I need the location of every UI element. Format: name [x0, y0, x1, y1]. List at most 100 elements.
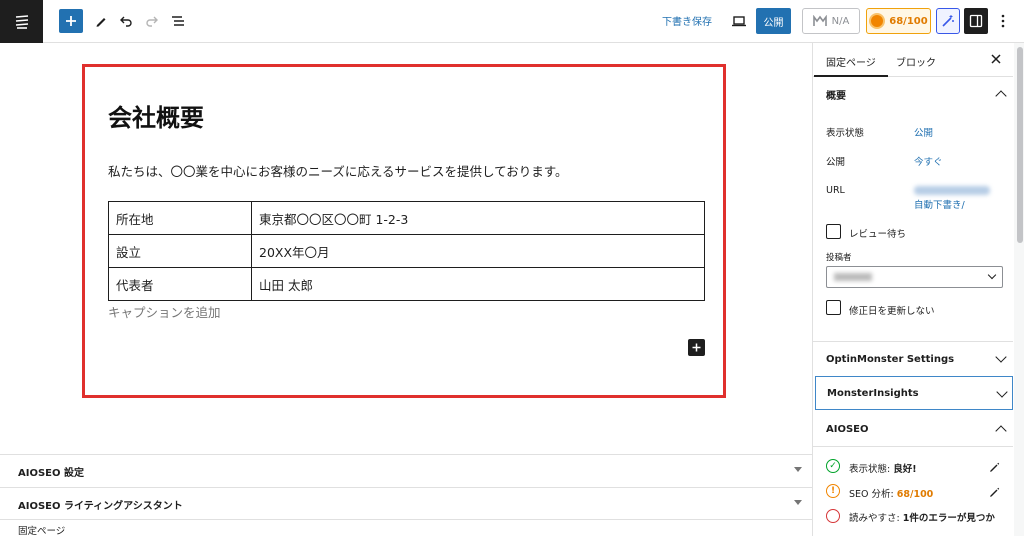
publish-date-label: 公開: [826, 157, 846, 168]
na-label: N/A: [831, 15, 850, 27]
editor-app: 下書き保存 公開 N/A 68/100 会社概要 私たちは、〇〇業を中心にお客様…: [0, 0, 1024, 536]
panel-title: 概要: [826, 90, 846, 102]
options-menu-button[interactable]: [997, 10, 1009, 32]
table-cell[interactable]: 東京都〇〇区〇〇町 1-2-3: [251, 201, 705, 235]
url-slug-link[interactable]: 自動下書き/: [914, 197, 965, 211]
check-circle-icon: ✓: [826, 459, 840, 473]
more-vertical-icon: [1001, 14, 1005, 28]
chevron-down-icon: [996, 386, 1008, 398]
metabox-label: AIOSEO ライティングアシスタント: [18, 500, 183, 512]
panel-title: OptinMonster Settings: [826, 353, 955, 365]
pending-review-checkbox[interactable]: [826, 224, 841, 239]
redo-button[interactable]: [142, 9, 162, 33]
magic-wand-icon: [942, 15, 954, 27]
add-block-button[interactable]: [688, 339, 705, 356]
seo-score-label: 68/100: [889, 15, 928, 27]
plus-icon: [66, 16, 76, 26]
pending-review-label: レビュー待ち: [849, 229, 907, 240]
tab-page[interactable]: 固定ページ: [814, 54, 888, 77]
panel-title: MonsterInsights: [827, 387, 919, 399]
table-cell[interactable]: 山田 太郎: [251, 267, 705, 301]
no-modified-date-label: 修正日を更新しない: [849, 306, 935, 317]
panel-divider: [813, 446, 1013, 447]
aioseo-seo-analysis: SEO 分析: 68/100: [849, 486, 933, 500]
table-caption-input[interactable]: キャプションを追加: [108, 302, 221, 321]
redo-icon: [146, 16, 158, 27]
desktop-preview-icon: [732, 16, 746, 27]
status-value: 1件のエラーが見つか: [902, 513, 995, 524]
scrollbar-thumb[interactable]: [1017, 47, 1023, 243]
document-overview-button[interactable]: [168, 9, 188, 33]
aioseo-writing-assistant-metabox[interactable]: AIOSEO ライティングアシスタント: [0, 487, 812, 520]
metabox-label: AIOSEO 設定: [18, 467, 84, 479]
chevron-up-icon: [995, 425, 1007, 437]
page-title[interactable]: 会社概要: [108, 98, 204, 133]
chevron-down-icon: [995, 351, 1007, 363]
sidebar-icon: [969, 14, 983, 28]
edit-pencil-icon[interactable]: [989, 486, 1000, 497]
aioseo-logo-icon: [869, 13, 886, 29]
aioseo-settings-metabox[interactable]: AIOSEO 設定: [0, 454, 812, 487]
status-label: 読みやすさ:: [849, 513, 900, 524]
settings-sidebar: 固定ページ ブロック 概要 表示状態 公開 公開 今すぐ URL 自動下書き/ …: [812, 43, 1024, 536]
pencil-icon: [96, 18, 106, 27]
summary-panel-header[interactable]: 概要: [813, 77, 1013, 111]
tools-button[interactable]: [91, 9, 111, 33]
status-label: 表示状態:: [849, 464, 891, 475]
status-label: SEO 分析:: [849, 489, 894, 500]
author-select[interactable]: [826, 266, 1003, 288]
close-icon[interactable]: [989, 52, 1003, 66]
undo-icon: [120, 16, 132, 27]
ai-assistant-button[interactable]: [936, 8, 960, 34]
caret-down-icon[interactable]: [794, 467, 802, 472]
settings-sidebar-button[interactable]: [964, 8, 988, 34]
preview-button[interactable]: [729, 9, 749, 33]
table-row: 所在地 東京都〇〇区〇〇町 1-2-3: [108, 201, 705, 235]
error-circle-icon: [826, 509, 840, 523]
table-cell[interactable]: 設立: [108, 234, 252, 268]
visibility-toggle[interactable]: 公開: [914, 125, 933, 139]
editor-canvas: 会社概要 私たちは、〇〇業を中心にお客様のニーズに応えるサービスを提供しておりま…: [0, 43, 812, 454]
wordpress-logo-icon[interactable]: [0, 0, 43, 43]
publish-date-toggle[interactable]: 今すぐ: [914, 154, 943, 168]
save-draft-button[interactable]: 下書き保存: [662, 13, 712, 28]
sidebar-tabs: 固定ページ ブロック: [813, 43, 1013, 77]
block-inserter-button[interactable]: [59, 9, 83, 33]
table-row: 代表者 山田 太郎: [108, 267, 705, 301]
chevron-down-icon: [987, 270, 997, 280]
aioseo-score-button[interactable]: 68/100: [866, 8, 931, 34]
monsterinsights-score-button[interactable]: N/A: [802, 8, 860, 34]
table-cell[interactable]: 所在地: [108, 201, 252, 235]
caret-down-icon[interactable]: [794, 500, 802, 505]
editor-toolbar: 下書き保存 公開 N/A 68/100: [0, 0, 1024, 43]
chevron-up-icon: [995, 90, 1007, 102]
company-info-table[interactable]: 所在地 東京都〇〇区〇〇町 1-2-3 設立 20XX年〇月 代表者 山田 太郎: [108, 201, 705, 301]
author-name-redacted: [834, 273, 872, 281]
no-modified-date-checkbox[interactable]: [826, 300, 841, 315]
monsterinsights-icon: [812, 15, 827, 26]
table-cell[interactable]: 20XX年〇月: [251, 234, 705, 268]
sidebar-scrollbar[interactable]: [1014, 43, 1024, 536]
optinmonster-panel-header[interactable]: OptinMonster Settings: [813, 342, 1013, 376]
block-breadcrumb: 固定ページ: [0, 519, 812, 536]
tab-block[interactable]: ブロック: [896, 54, 936, 69]
breadcrumb-item[interactable]: 固定ページ: [18, 526, 65, 536]
panel-title: AIOSEO: [826, 423, 869, 435]
edit-pencil-icon[interactable]: [989, 461, 1000, 472]
author-label: 投稿者: [826, 253, 852, 263]
aioseo-readability: 読みやすさ: 1件のエラーが見つか: [849, 510, 995, 524]
table-row: 設立 20XX年〇月: [108, 234, 705, 268]
intro-paragraph[interactable]: 私たちは、〇〇業を中心にお客様のニーズに応えるサービスを提供しております。: [108, 161, 568, 180]
status-value: 68/100: [896, 489, 934, 500]
undo-button[interactable]: [116, 9, 136, 33]
monsterinsights-panel-header[interactable]: MonsterInsights: [815, 376, 1013, 410]
status-value: 良好!: [893, 464, 917, 475]
list-view-icon: [172, 16, 184, 26]
url-link-redacted[interactable]: [914, 186, 990, 195]
publish-button[interactable]: 公開: [756, 8, 791, 34]
warning-circle-icon: !: [826, 484, 840, 498]
aioseo-display-status: 表示状態: 良好!: [849, 461, 917, 475]
table-cell[interactable]: 代表者: [108, 267, 252, 301]
aioseo-panel-header[interactable]: AIOSEO: [813, 412, 1013, 446]
plus-icon: [692, 343, 701, 352]
